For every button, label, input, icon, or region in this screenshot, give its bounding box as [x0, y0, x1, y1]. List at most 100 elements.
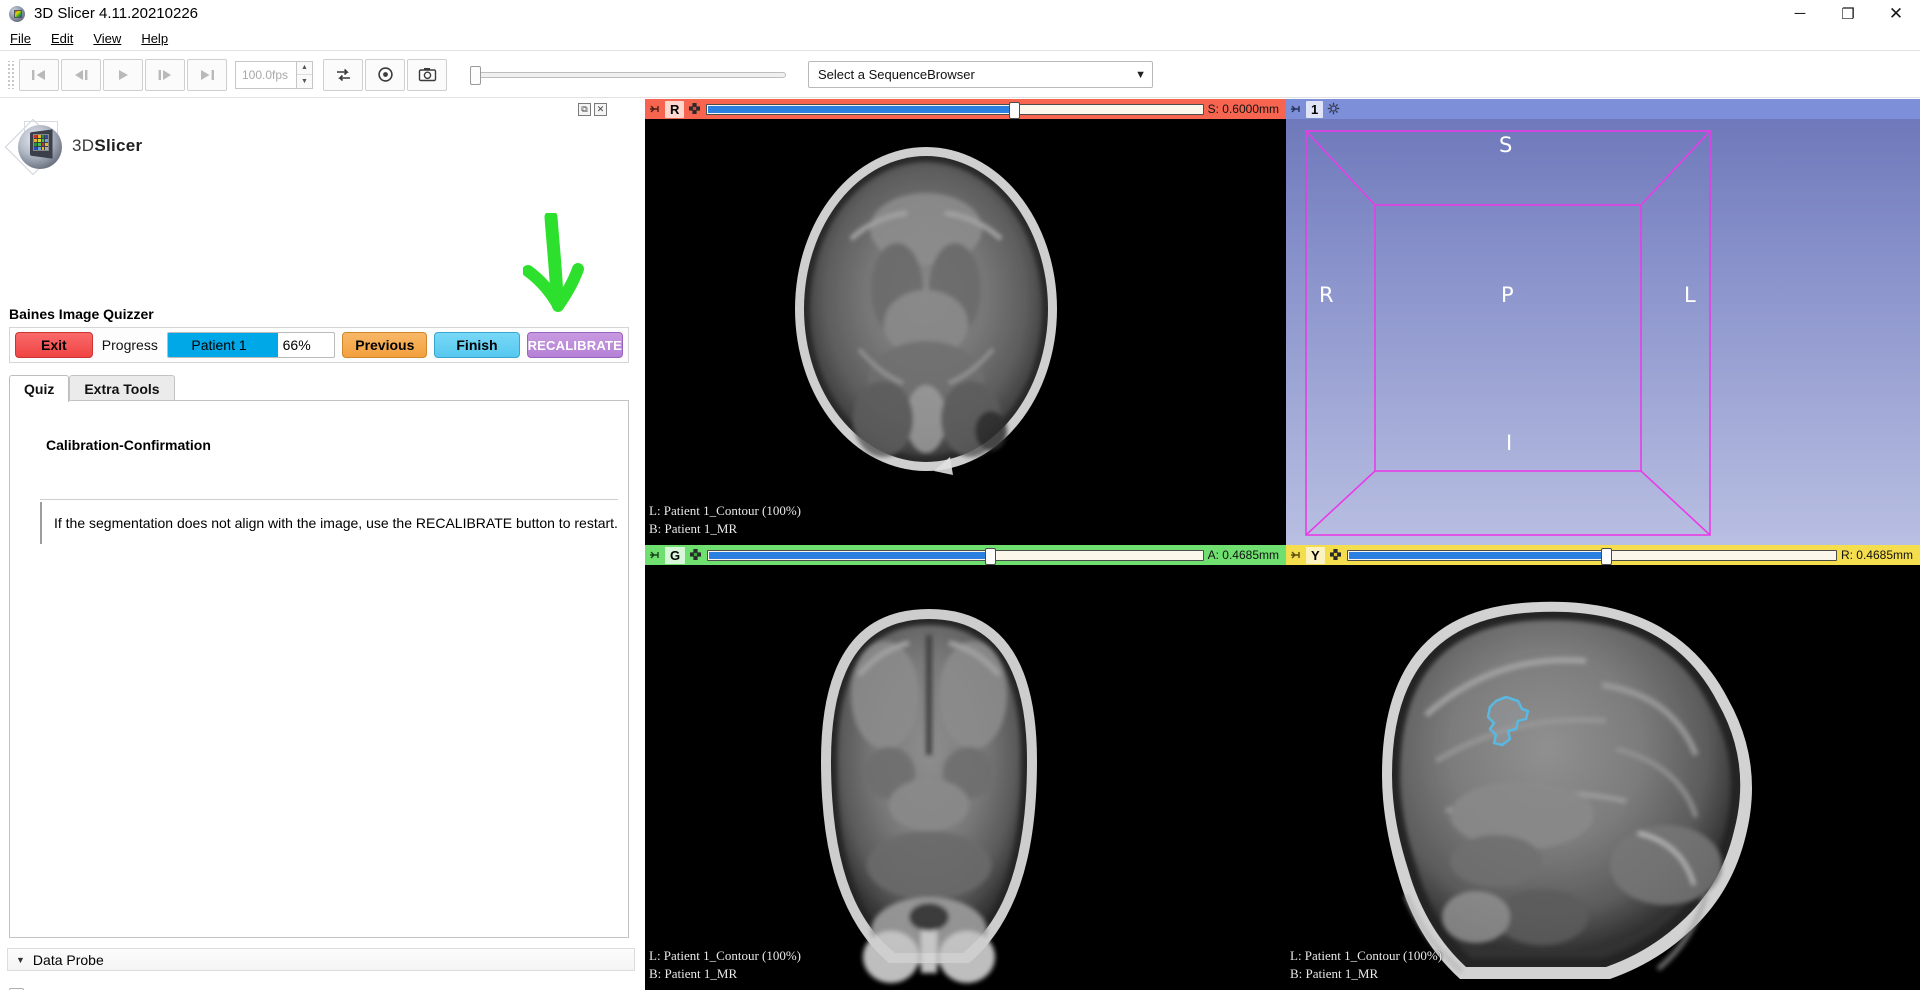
tab-quiz[interactable]: Quiz	[9, 375, 69, 402]
sagittal-slice-canvas[interactable]: L: Patient 1_Contour (100%) B: Patient 1…	[1286, 565, 1920, 990]
progress-patient-label: Patient 1	[191, 337, 246, 353]
menu-view[interactable]: View	[83, 29, 131, 48]
step-forward-icon	[156, 68, 174, 82]
fps-stepper-down[interactable]: ▼	[297, 75, 312, 88]
last-frame-button[interactable]	[187, 59, 227, 91]
quiz-instruction-block: If the segmentation does not align with …	[40, 502, 618, 544]
menu-file[interactable]: File	[0, 29, 41, 48]
menu-file-label: File	[10, 31, 31, 46]
coronal-slice-slider[interactable]	[707, 550, 1204, 561]
slicer-wordmark-prefix: 3D	[72, 136, 94, 155]
sagittal-overlay-line-1: L: Patient 1_Contour (100%)	[1290, 948, 1442, 964]
tab-extra-tools[interactable]: Extra Tools	[69, 375, 174, 402]
pin-icon[interactable]	[648, 103, 661, 116]
three-d-settings-icon[interactable]	[1327, 102, 1341, 116]
data-probe-header[interactable]: ▼ Data Probe	[7, 948, 635, 971]
sequence-browser-select[interactable]: Select a SequenceBrowser ▼	[808, 61, 1153, 88]
recalibrate-button[interactable]: RECALIBRATE	[527, 332, 623, 358]
fps-stepper-up[interactable]: ▲	[297, 62, 312, 76]
sequence-toolbar: 100.0fps ▲ ▼ Select a SequenceBrowser ▼	[0, 52, 1920, 98]
sequence-slider-handle[interactable]	[470, 66, 481, 85]
sagittal-overlay-line-2: B: Patient 1_MR	[1290, 966, 1378, 982]
loop-toggle-button[interactable]	[323, 59, 363, 91]
finish-button[interactable]: Finish	[434, 332, 519, 358]
three-d-view[interactable]: 1 S R P L I	[1286, 99, 1920, 545]
sagittal-slice-value: R: 0.4685mm	[1841, 548, 1917, 562]
slicer-wordmark-suffix: Slicer	[94, 136, 142, 155]
play-icon	[114, 68, 132, 82]
coronal-view-label[interactable]: G	[665, 547, 685, 564]
reticle-icon[interactable]	[689, 548, 703, 562]
axial-overlay-line-2: B: Patient 1_MR	[649, 521, 737, 537]
reticle-icon[interactable]	[1329, 548, 1343, 562]
progress-bar-text: Patient 1 66%	[168, 333, 334, 357]
play-button[interactable]	[103, 59, 143, 91]
panel-window-controls: ⧉ ✕	[578, 103, 607, 116]
maximize-button[interactable]: ❐	[1824, 0, 1872, 27]
quizzer-controls: Exit Progress Patient 1 66% Previous Fin…	[9, 327, 629, 363]
record-button[interactable]	[365, 59, 405, 91]
next-frame-button[interactable]	[145, 59, 185, 91]
three-d-view-label[interactable]: 1	[1306, 101, 1323, 118]
slicer-logo-icon	[12, 119, 66, 173]
reticle-icon[interactable]	[688, 102, 702, 116]
first-frame-button[interactable]	[19, 59, 59, 91]
green-arrow-annotation	[523, 213, 589, 321]
axial-slice-value: S: 0.6000mm	[1208, 102, 1283, 116]
chevron-down-icon: ▼	[16, 955, 25, 965]
fps-input[interactable]: 100.0fps	[235, 61, 297, 89]
screenshot-button[interactable]	[407, 59, 447, 91]
three-d-bounding-box	[1286, 119, 1920, 545]
axial-view[interactable]: R S: 0.6000mm	[645, 99, 1286, 545]
menu-help[interactable]: Help	[131, 29, 178, 48]
skip-to-end-icon	[198, 68, 216, 82]
axial-view-label[interactable]: R	[665, 101, 684, 118]
quiz-instruction-text: If the segmentation does not align with …	[54, 515, 618, 531]
sequence-slider[interactable]	[471, 72, 786, 78]
progress-label: Progress	[100, 337, 160, 353]
close-button[interactable]: ✕	[1872, 0, 1920, 27]
quizzer-tabs: Quiz Extra Tools	[9, 374, 175, 402]
loop-icon	[334, 67, 353, 83]
quiz-heading: Calibration-Confirmation	[46, 437, 211, 453]
minimize-button[interactable]: ─	[1776, 0, 1824, 27]
sequence-browser-value: Select a SequenceBrowser	[818, 67, 975, 82]
fps-stepper[interactable]: ▲ ▼	[297, 61, 313, 89]
toolbar-grip[interactable]	[6, 61, 15, 89]
coronal-view[interactable]: G A: 0.4685mm	[645, 545, 1286, 990]
slicer-wordmark: 3DSlicer	[72, 136, 142, 156]
sagittal-slice-slider[interactable]	[1347, 550, 1837, 561]
exit-button[interactable]: Exit	[15, 332, 93, 358]
menu-edit[interactable]: Edit	[41, 29, 83, 48]
slice-view-grid: R S: 0.6000mm	[645, 99, 1920, 990]
window-titlebar: 3D Slicer 4.11.20210226 ─ ❐ ✕	[0, 0, 1920, 27]
quiz-tab-panel: Calibration-Confirmation If the segmenta…	[9, 400, 629, 938]
sagittal-view[interactable]: Y R: 0.4685mm	[1286, 545, 1920, 990]
pin-icon[interactable]	[1289, 549, 1302, 562]
orientation-label-posterior: P	[1501, 283, 1514, 307]
coronal-view-toolbar: G A: 0.4685mm	[645, 545, 1286, 565]
pin-icon[interactable]	[1289, 103, 1302, 116]
window-title: 3D Slicer 4.11.20210226	[34, 5, 198, 22]
sagittal-mri-image	[1286, 565, 1920, 990]
slicer-logo-icon	[8, 5, 26, 23]
coronal-slice-canvas[interactable]: L: Patient 1_Contour (100%) B: Patient 1…	[645, 565, 1286, 990]
previous-button[interactable]: Previous	[342, 332, 427, 358]
sagittal-view-toolbar: Y R: 0.4685mm	[1286, 545, 1920, 565]
progress-percent-label: 66%	[283, 337, 311, 353]
pin-icon[interactable]	[648, 549, 661, 562]
skip-to-start-icon	[30, 68, 48, 82]
chevron-down-icon: ▼	[1135, 69, 1146, 81]
panel-close-icon[interactable]: ✕	[594, 103, 607, 116]
axial-mri-image	[645, 119, 1286, 545]
menubar: File Edit View Help	[0, 27, 1920, 51]
axial-overlay-line-1: L: Patient 1_Contour (100%)	[649, 503, 801, 519]
three-d-render-area[interactable]: S R P L I	[1286, 119, 1920, 545]
axial-slice-slider[interactable]	[706, 104, 1203, 115]
previous-frame-button[interactable]	[61, 59, 101, 91]
panel-undock-icon[interactable]: ⧉	[578, 103, 591, 116]
coronal-slice-value: A: 0.4685mm	[1208, 548, 1283, 562]
step-backward-icon	[72, 68, 90, 82]
sagittal-view-label[interactable]: Y	[1306, 547, 1325, 564]
axial-slice-canvas[interactable]: L: Patient 1_Contour (100%) B: Patient 1…	[645, 119, 1286, 545]
